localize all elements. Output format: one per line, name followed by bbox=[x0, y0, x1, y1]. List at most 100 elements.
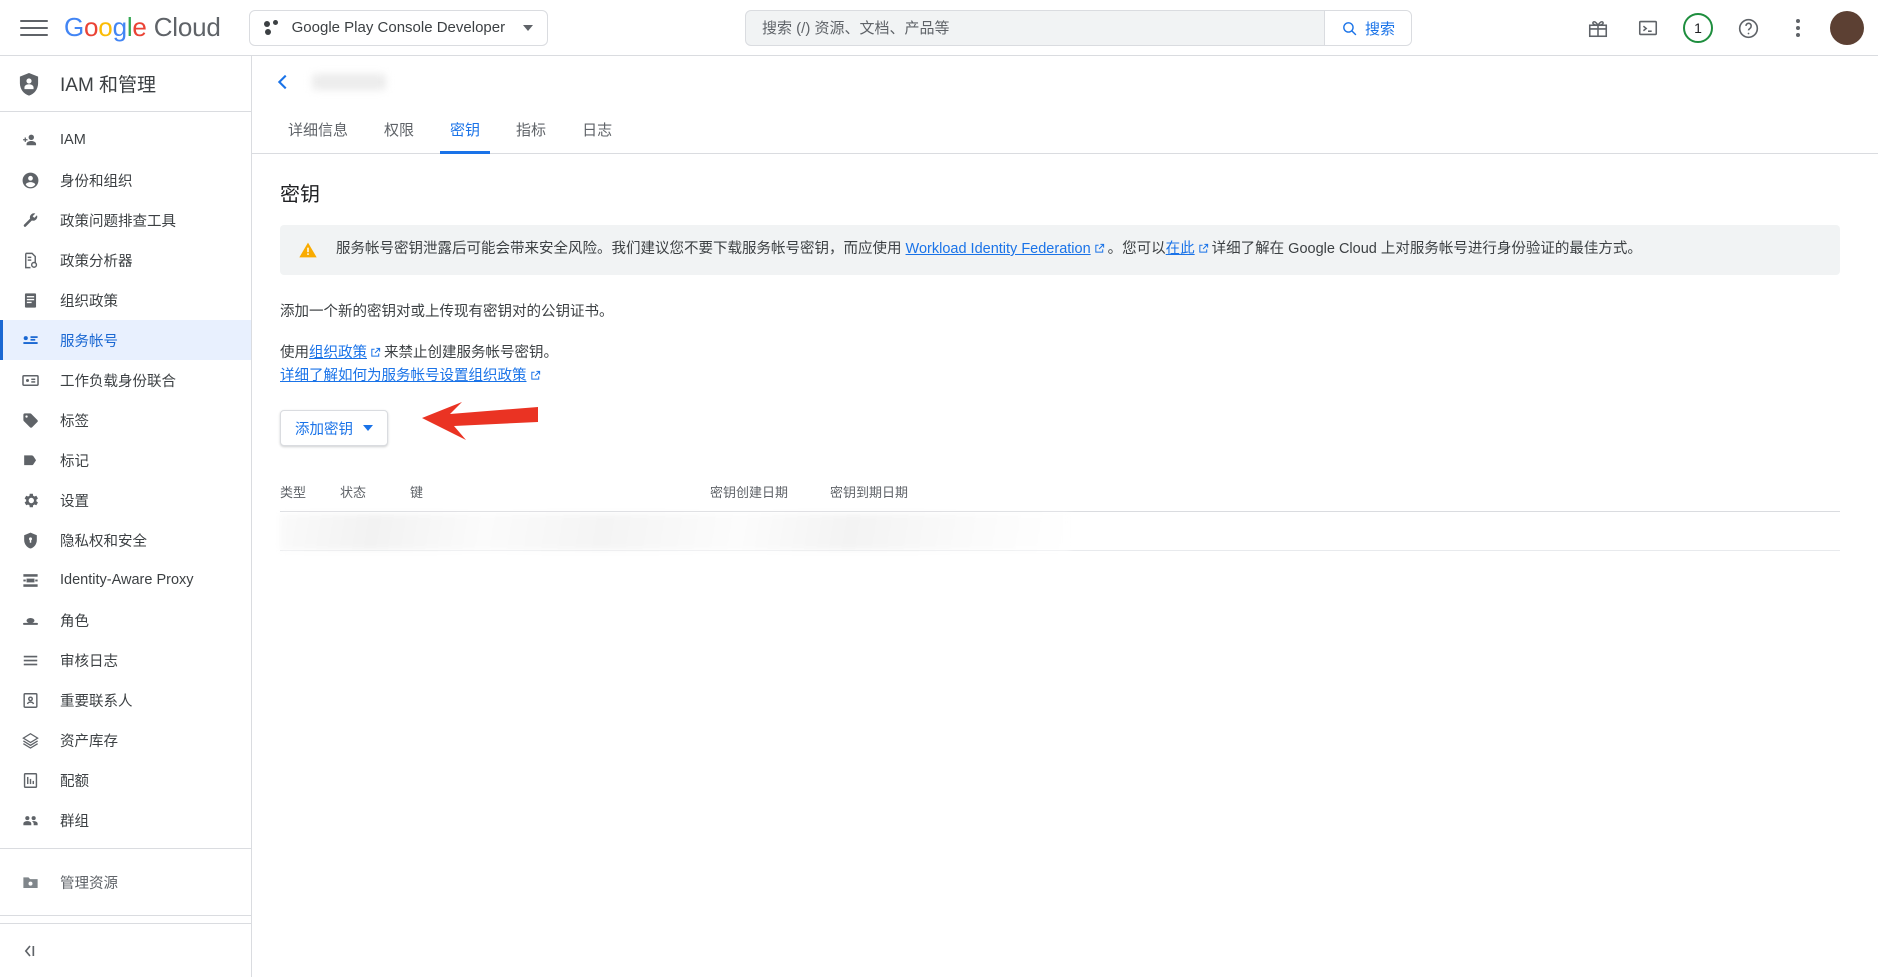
sidebar-divider-2 bbox=[0, 915, 251, 916]
more-options-icon[interactable] bbox=[1778, 8, 1818, 48]
keys-description: 添加一个新的密钥对或上传现有密钥对的公钥证书。 bbox=[280, 303, 614, 320]
search-button[interactable]: 搜索 bbox=[1323, 11, 1411, 45]
external-link-icon bbox=[1094, 243, 1104, 253]
tab-keys[interactable]: 密钥 bbox=[432, 119, 498, 154]
sidebar-header: IAM 和管理 bbox=[0, 56, 251, 112]
sidebar-item-settings[interactable]: 设置 bbox=[0, 480, 251, 520]
sidebar-item-policy-troubleshooter[interactable]: 政策问题排查工具 bbox=[0, 200, 251, 240]
tab-label: 密钥 bbox=[450, 122, 481, 139]
sidebar-item-org-policies[interactable]: 组织政策 bbox=[0, 280, 251, 320]
chevron-down-icon bbox=[523, 24, 534, 31]
wrench-icon bbox=[20, 210, 40, 230]
sidebar-collapse-button[interactable] bbox=[0, 923, 251, 977]
sidebar-item-label: 管理资源 bbox=[60, 875, 118, 892]
search-input[interactable] bbox=[746, 11, 1324, 45]
sidebar: IAM 和管理 IAM 身份和组织 政策问题排查工具 政策分析器 组织政策 服务… bbox=[0, 56, 252, 977]
sidebar-item-essential-contacts[interactable]: 重要联系人 bbox=[0, 680, 251, 720]
warning-triangle-icon bbox=[298, 240, 318, 260]
sidebar-item-label: 重要联系人 bbox=[60, 693, 133, 710]
table-row-divider bbox=[280, 550, 1840, 552]
gift-icon[interactable] bbox=[1578, 8, 1618, 48]
back-arrow-icon[interactable] bbox=[272, 71, 294, 93]
sidebar-item-label: 标记 bbox=[60, 453, 89, 470]
groups-icon bbox=[20, 810, 40, 830]
sidebar-item-service-accounts[interactable]: 服务帐号 bbox=[0, 320, 251, 360]
chevron-down-icon bbox=[363, 425, 373, 432]
search-bar[interactable]: 搜索 bbox=[745, 10, 1412, 46]
notification-count-badge: 1 bbox=[1683, 13, 1713, 43]
warning-text-part-1: 服务帐号密钥泄露后可能会带来安全风险。我们建议您不要下载服务帐号密钥，而应使用 bbox=[336, 241, 906, 257]
hamburger-menu-icon[interactable] bbox=[20, 14, 48, 42]
sidebar-item-manage-resources[interactable]: 管理资源 bbox=[0, 857, 251, 907]
bookmark-flag-icon bbox=[20, 450, 40, 470]
column-header-key[interactable]: 键 bbox=[410, 482, 710, 501]
person-circle-icon bbox=[20, 170, 40, 190]
security-warning-banner: 服务帐号密钥泄露后可能会带来安全风险。我们建议您不要下载服务帐号密钥，而应使用 … bbox=[280, 225, 1840, 275]
project-selector[interactable]: Google Play Console Developer bbox=[248, 9, 549, 46]
sidebar-item-audit-logs[interactable]: 审核日志 bbox=[0, 640, 251, 680]
list-document-icon bbox=[20, 290, 40, 310]
sidebar-item-label: Identity-Aware Proxy bbox=[60, 572, 194, 588]
contacts-icon bbox=[20, 690, 40, 710]
sidebar-item-label: 资产库存 bbox=[60, 733, 118, 750]
sidebar-item-labels[interactable]: 标签 bbox=[0, 400, 251, 440]
column-header-key-expiry-date[interactable]: 密钥到期日期 bbox=[830, 482, 950, 501]
sidebar-item-policy-analyzer[interactable]: 政策分析器 bbox=[0, 240, 251, 280]
search-button-label: 搜索 bbox=[1364, 20, 1395, 38]
warning-text-part-3: 详细了解在 Google Cloud 上对服务帐号进行身份验证的最佳方式。 bbox=[1211, 241, 1642, 257]
top-app-bar: Google Cloud Google Play Console Develop… bbox=[0, 0, 1878, 56]
table-row[interactable] bbox=[280, 514, 1070, 551]
cloud-shell-icon[interactable] bbox=[1628, 8, 1668, 48]
sidebar-item-iam[interactable]: IAM bbox=[0, 120, 251, 160]
tab-permissions[interactable]: 权限 bbox=[366, 119, 432, 153]
add-key-button[interactable]: 添加密钥 bbox=[280, 410, 388, 447]
gear-icon bbox=[20, 490, 40, 510]
label-tag-icon bbox=[20, 410, 40, 430]
help-icon[interactable] bbox=[1728, 8, 1768, 48]
tab-label: 日志 bbox=[582, 122, 613, 139]
org-policy-line: 使用组织政策 来禁止创建服务帐号密钥。 bbox=[280, 342, 1850, 365]
sidebar-item-groups[interactable]: 群组 bbox=[0, 800, 251, 840]
workload-identity-federation-link[interactable]: Workload Identity Federation bbox=[906, 241, 1091, 257]
avatar[interactable] bbox=[1830, 11, 1864, 45]
tab-details[interactable]: 详细信息 bbox=[270, 119, 366, 153]
column-header-key-creation-date[interactable]: 密钥创建日期 bbox=[710, 482, 830, 501]
breadcrumb bbox=[252, 56, 1878, 108]
manage-resources-folder-icon bbox=[20, 872, 40, 892]
learn-more-org-policy-link[interactable]: 详细了解如何为服务帐号设置组织政策 bbox=[280, 368, 527, 384]
tab-label: 权限 bbox=[384, 122, 415, 139]
tab-metrics[interactable]: 指标 bbox=[498, 119, 564, 153]
column-header-type[interactable]: 类型 bbox=[280, 482, 340, 501]
keys-table: 类型 状态 键 密钥创建日期 密钥到期日期 bbox=[280, 472, 1840, 552]
keys-panel: 密钥 服务帐号密钥泄露后可能会带来安全风险。我们建议您不要下载服务帐号密钥，而应… bbox=[252, 154, 1878, 552]
brand-cloud-text: Cloud bbox=[153, 12, 221, 42]
sidebar-item-label: 服务帐号 bbox=[60, 333, 118, 350]
sidebar-item-label: 身份和组织 bbox=[60, 173, 133, 190]
shield-icon bbox=[20, 530, 40, 550]
learn-here-link[interactable]: 在此 bbox=[1166, 241, 1195, 257]
sidebar-item-asset-inventory[interactable]: 资产库存 bbox=[0, 720, 251, 760]
column-header-status[interactable]: 状态 bbox=[340, 482, 410, 501]
document-search-icon bbox=[20, 250, 40, 270]
main-content: 详细信息 权限 密钥 指标 日志 密钥 服务帐号密钥泄露后可能会带来安全风险。我… bbox=[252, 56, 1878, 977]
sidebar-item-identity-aware-proxy[interactable]: Identity-Aware Proxy bbox=[0, 560, 251, 600]
tab-logs[interactable]: 日志 bbox=[564, 119, 630, 153]
sidebar-item-workload-identity-federation[interactable]: 工作负载身份联合 bbox=[0, 360, 251, 400]
collapse-panel-icon bbox=[24, 944, 35, 957]
sidebar-item-label: 配额 bbox=[60, 773, 89, 790]
sidebar-item-roles[interactable]: 角色 bbox=[0, 600, 251, 640]
notifications-button[interactable]: 1 bbox=[1678, 8, 1718, 48]
sidebar-item-label: IAM bbox=[60, 132, 86, 148]
iam-shield-person-icon bbox=[19, 72, 39, 96]
tab-label: 详细信息 bbox=[288, 122, 349, 139]
roles-hat-icon bbox=[20, 610, 40, 630]
sidebar-item-tags[interactable]: 标记 bbox=[0, 440, 251, 480]
org-policy-link[interactable]: 组织政策 bbox=[309, 345, 367, 361]
tab-bar: 详细信息 权限 密钥 指标 日志 bbox=[252, 108, 1878, 154]
google-cloud-logo[interactable]: Google Cloud bbox=[64, 12, 221, 43]
sidebar-item-identity-org[interactable]: 身份和组织 bbox=[0, 160, 251, 200]
org-policy-suffix: 来禁止创建服务帐号密钥。 bbox=[384, 344, 558, 361]
sidebar-title: IAM 和管理 bbox=[60, 75, 157, 96]
sidebar-item-quotas[interactable]: 配额 bbox=[0, 760, 251, 800]
sidebar-item-privacy-security[interactable]: 隐私权和安全 bbox=[0, 520, 251, 560]
